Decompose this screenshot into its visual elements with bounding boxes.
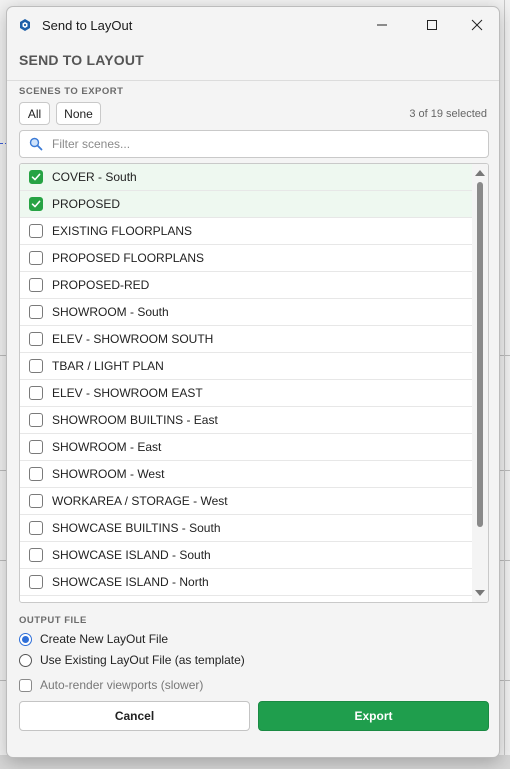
scene-checkbox[interactable] (29, 521, 43, 535)
auto-render-label: Auto-render viewports (slower) (40, 678, 204, 692)
auto-render-checkbox[interactable] (19, 678, 32, 692)
scene-row[interactable]: PROPOSED FLOORPLANS (20, 245, 473, 272)
scene-row[interactable]: ELEV - SHOWROOM EAST (20, 380, 473, 407)
minimize-icon (377, 24, 387, 26)
dialog-heading: SEND TO LAYOUT (19, 52, 144, 68)
scene-checkbox[interactable] (29, 278, 43, 292)
scene-list: COVER - South PROPOSED EXISTING FLOORPLANS… (19, 163, 489, 603)
scene-checkbox[interactable] (29, 548, 43, 562)
scene-checkbox[interactable] (29, 224, 43, 238)
scene-row[interactable]: PROPOSED-RED (20, 272, 473, 299)
heading-divider (7, 80, 499, 81)
scene-label: PROPOSED (52, 197, 121, 211)
filter-scenes-input[interactable] (52, 131, 482, 157)
selected-count: 3 of 19 selected (409, 108, 487, 120)
scene-row[interactable]: SHOWCASE ISLAND - South (20, 542, 473, 569)
scene-label: COVER - South (52, 170, 137, 184)
scene-label: SHOWCASE BUILTINS - South (52, 521, 221, 535)
scene-rows: COVER - South PROPOSED EXISTING FLOORPLANS… (20, 164, 473, 596)
bg-line (504, 0, 505, 769)
output-section-label: OUTPUT FILE (19, 615, 87, 626)
scene-label: SHOWROOM - South (52, 305, 169, 319)
scene-checkbox[interactable] (29, 386, 43, 400)
scene-checkbox[interactable] (29, 467, 43, 481)
scene-label: WORKAREA / STORAGE - West (52, 494, 228, 508)
checkmark-icon (31, 200, 41, 208)
scene-label: PROPOSED FLOORPLANS (52, 251, 205, 265)
cancel-button[interactable]: Cancel (19, 701, 250, 731)
scene-label: PROPOSED-RED (52, 278, 150, 292)
scene-label: SHOWROOM BUILTINS - East (52, 413, 218, 427)
scene-row[interactable]: COVER - South (20, 164, 473, 191)
scene-row[interactable]: SHOWCASE BUILTINS - South (20, 515, 473, 542)
scene-checkbox[interactable] (29, 359, 43, 373)
scene-checkbox[interactable] (29, 494, 43, 508)
checkmark-icon (31, 173, 41, 181)
scene-label: SHOWROOM - West (52, 467, 165, 481)
scene-label: ELEV - SHOWROOM SOUTH (52, 332, 214, 346)
sketchup-logo-icon (16, 16, 34, 34)
scene-row[interactable]: PROPOSED (20, 191, 473, 218)
export-button[interactable]: Export (258, 701, 489, 731)
scene-label: TBAR / LIGHT PLAN (52, 359, 164, 373)
scene-checkbox[interactable] (29, 251, 43, 265)
option-use-existing[interactable]: Use Existing LayOut File (as template) (19, 651, 245, 669)
title-bar[interactable]: Send to LayOut (7, 7, 499, 43)
select-none-button[interactable]: None (56, 102, 101, 125)
select-all-button[interactable]: All (19, 102, 50, 125)
scene-checkbox[interactable] (29, 305, 43, 319)
scene-row[interactable]: SHOWROOM - West (20, 461, 473, 488)
scene-row[interactable]: SHOWROOM - East (20, 434, 473, 461)
scene-row[interactable]: TBAR / LIGHT PLAN (20, 353, 473, 380)
filter-box (19, 130, 489, 158)
scene-list-scrollbar[interactable] (472, 164, 488, 602)
option-create-new-label: Create New LayOut File (40, 632, 169, 646)
scene-label: EXISTING FLOORPLANS (52, 224, 193, 238)
send-to-layout-dialog: Send to LayOut SEND TO LAYOUT SCENES TO … (6, 6, 500, 758)
scene-label: SHOWROOM - East (52, 440, 162, 454)
close-icon (471, 19, 483, 31)
scene-row[interactable]: WORKAREA / STORAGE - West (20, 488, 473, 515)
radio-create-new[interactable] (19, 632, 32, 646)
scene-checkbox[interactable] (29, 440, 43, 454)
scene-label: SHOWCASE ISLAND - North (52, 575, 209, 589)
scene-checkbox[interactable] (29, 413, 43, 427)
scene-checkbox[interactable] (29, 332, 43, 346)
scene-row[interactable]: EXISTING FLOORPLANS (20, 218, 473, 245)
option-use-existing-label: Use Existing LayOut File (as template) (40, 653, 245, 667)
option-create-new[interactable]: Create New LayOut File (19, 630, 168, 648)
minimize-button[interactable] (359, 7, 405, 43)
scene-row[interactable]: ELEV - SHOWROOM SOUTH (20, 326, 473, 353)
scene-row[interactable]: SHOWCASE ISLAND - North (20, 569, 473, 596)
scene-label: SHOWCASE ISLAND - South (52, 548, 211, 562)
search-icon (29, 137, 43, 151)
close-button[interactable] (454, 7, 499, 43)
maximize-icon (427, 20, 437, 30)
auto-render-option[interactable]: Auto-render viewports (slower) (19, 676, 203, 694)
scene-label: ELEV - SHOWROOM EAST (52, 386, 203, 400)
scenes-section-label: SCENES TO EXPORT (19, 86, 124, 97)
scene-checkbox[interactable] (29, 575, 43, 589)
scene-row[interactable]: SHOWROOM BUILTINS - East (20, 407, 473, 434)
scroll-thumb[interactable] (477, 182, 483, 527)
scroll-down-arrow-icon[interactable] (475, 590, 485, 596)
radio-use-existing[interactable] (19, 653, 32, 667)
scroll-up-arrow-icon[interactable] (475, 170, 485, 176)
scene-checkbox[interactable] (29, 197, 43, 211)
maximize-button[interactable] (409, 7, 455, 43)
window-title: Send to LayOut (42, 17, 133, 33)
scene-row[interactable]: SHOWROOM - South (20, 299, 473, 326)
scene-checkbox[interactable] (29, 170, 43, 184)
